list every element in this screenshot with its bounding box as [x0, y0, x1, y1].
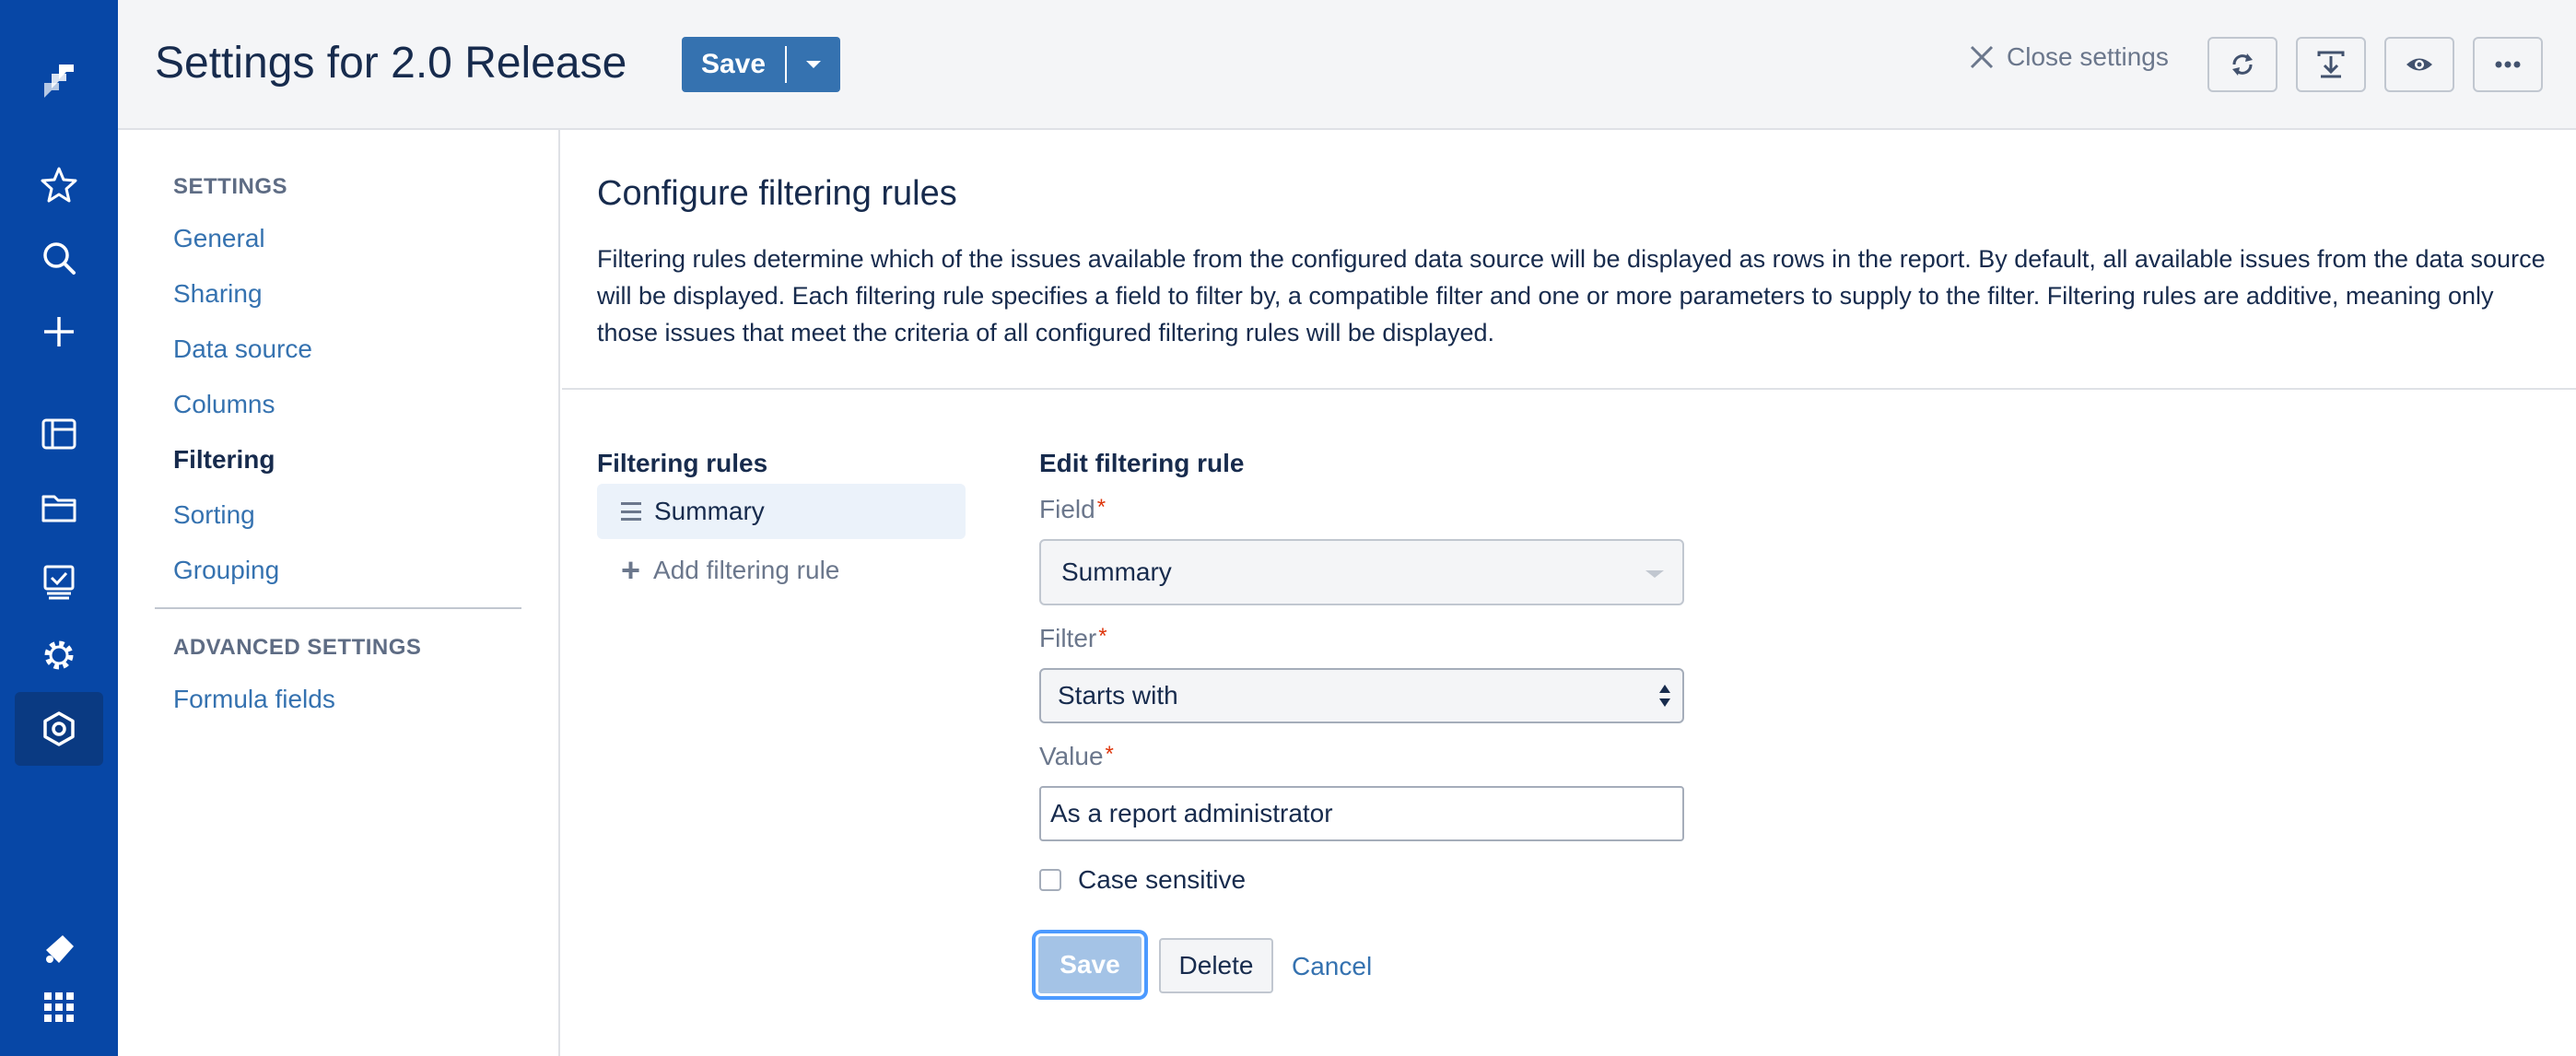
chevron-down-icon [1645, 570, 1664, 578]
page-header: Settings for 2.0 Release Save Close sett… [118, 0, 2576, 130]
section-description: Filtering rules determine which of the i… [597, 245, 2546, 346]
download-icon [2317, 51, 2345, 78]
settings-sidebar: SETTINGS General Sharing Data source Col… [118, 130, 560, 1056]
field-label: Field* [1039, 495, 1107, 523]
sidebar-item-filtering[interactable]: Filtering [173, 445, 275, 475]
search-icon[interactable] [15, 221, 103, 295]
save-options-button[interactable] [787, 37, 840, 92]
required-marker: * [1096, 495, 1107, 520]
save-button[interactable]: Save [682, 37, 785, 92]
plus-icon[interactable] [15, 295, 103, 369]
sidebar-item-formula-fields[interactable]: Formula fields [173, 685, 335, 714]
close-icon [1970, 45, 1994, 69]
select-arrows-icon [1659, 685, 1670, 707]
rule-item-label: Summary [654, 497, 765, 525]
chevron-down-icon [806, 61, 821, 68]
gear-icon[interactable] [15, 618, 103, 692]
sidebar-item-general[interactable]: General [173, 224, 265, 253]
app-settings-icon[interactable] [15, 692, 103, 766]
jira-logo-icon[interactable] [15, 44, 103, 118]
section-title: Configure filtering rules [597, 174, 957, 213]
sidebar-item-sorting[interactable]: Sorting [173, 500, 255, 530]
filter-select[interactable]: Starts with [1039, 668, 1684, 723]
drag-handle-icon[interactable] [621, 502, 641, 521]
plus-icon: + [621, 551, 641, 589]
sidebar-item-grouping[interactable]: Grouping [173, 556, 279, 585]
preview-button[interactable] [2384, 37, 2454, 92]
filtering-rules-title: Filtering rules [597, 449, 768, 477]
edit-rule-title: Edit filtering rule [1039, 449, 1245, 477]
more-icon [2495, 61, 2521, 68]
refresh-icon [2232, 53, 2253, 76]
section-divider [562, 388, 2576, 390]
delete-rule-button[interactable]: Delete [1159, 938, 1273, 993]
sidebar-item-data-source[interactable]: Data source [173, 334, 312, 364]
refresh-button[interactable] [2207, 37, 2277, 92]
sidebar-item-columns[interactable]: Columns [173, 390, 275, 419]
required-marker: * [1105, 742, 1114, 767]
export-button[interactable] [2296, 37, 2366, 92]
add-filtering-rule-button[interactable]: + Add filtering rule [621, 551, 840, 589]
filter-label: Filter* [1039, 624, 1107, 652]
filter-select-value: Starts with [1058, 681, 1178, 710]
folder-icon[interactable] [15, 471, 103, 545]
cancel-link[interactable]: Cancel [1292, 952, 1372, 981]
reports-icon[interactable] [15, 545, 103, 618]
app-switcher-icon[interactable] [15, 970, 103, 1044]
eye-icon [2406, 58, 2432, 71]
page-title: Settings for 2.0 Release [155, 39, 627, 88]
star-icon[interactable] [15, 147, 103, 221]
settings-section-header: SETTINGS [173, 174, 288, 199]
checkbox[interactable] [1039, 869, 1061, 891]
field-select[interactable]: Summary [1039, 539, 1684, 605]
save-rule-button[interactable]: Save [1036, 933, 1144, 996]
add-filtering-rule-label: Add filtering rule [653, 556, 840, 584]
close-settings-label: Close settings [2007, 42, 2169, 71]
value-label: Value* [1039, 742, 1114, 770]
required-marker: * [1098, 624, 1107, 649]
case-sensitive-checkbox[interactable]: Case sensitive [1039, 865, 1246, 895]
save-split-button: Save [682, 37, 840, 92]
case-sensitive-label: Case sensitive [1078, 865, 1247, 894]
sidebar-item-sharing[interactable]: Sharing [173, 279, 263, 309]
main-content: Configure filtering rules Filtering rule… [562, 130, 2576, 1056]
sidebar-divider [155, 607, 521, 609]
value-input[interactable] [1039, 786, 1684, 841]
close-settings-link[interactable]: Close settings [1968, 42, 2169, 72]
global-nav [0, 0, 118, 1056]
list-item[interactable]: Summary [597, 484, 966, 539]
field-select-value: Summary [1061, 557, 1172, 586]
advanced-settings-header: ADVANCED SETTINGS [173, 635, 422, 660]
more-actions-button[interactable] [2473, 37, 2543, 92]
board-icon[interactable] [15, 397, 103, 471]
